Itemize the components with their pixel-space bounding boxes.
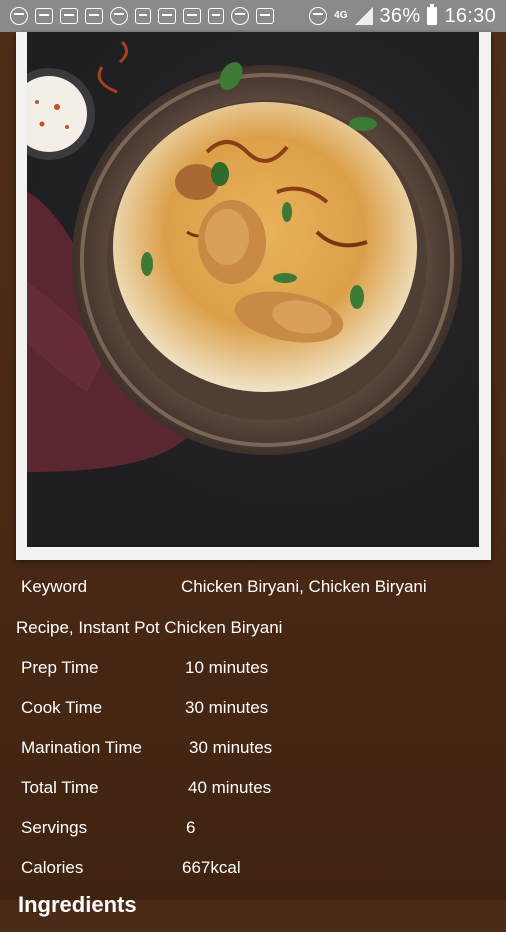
prep-time-row: Prep Time 10 minutes (21, 658, 501, 682)
chat-icon (110, 7, 128, 25)
news-icon-2 (60, 8, 78, 24)
total-time-row: Total Time 40 minutes (21, 778, 501, 802)
keyword-row: Keyword Chicken Biryani, Chicken Biryani (21, 577, 501, 601)
calories-label: Calories (21, 858, 84, 877)
calories-row: Calories 667kcal (21, 858, 501, 882)
marination-time-row: Marination Time 30 minutes (21, 738, 501, 762)
clipboard-icon (208, 8, 224, 24)
total-time-value: 40 minutes (188, 778, 272, 797)
cook-time-label: Cook Time (21, 698, 103, 717)
chicken-biryani-image (27, 40, 462, 472)
signal-icon (354, 7, 373, 25)
keyword-value-continued: Recipe, Instant Pot Chicken Biryani (16, 618, 283, 637)
gallery-icon (256, 8, 274, 24)
battery-icon (427, 4, 438, 25)
recipe-details: Keyword Chicken Biryani, Chicken Biryani… (0, 560, 506, 932)
clock: 16:30 (444, 4, 496, 27)
marination-time-value: 30 minutes (189, 738, 273, 757)
total-time-label: Total Time (21, 778, 99, 797)
keyword-value: Chicken Biryani, Chicken Biryani (181, 577, 427, 596)
messenger-icon (10, 7, 28, 25)
calories-value: 667kcal (182, 858, 241, 877)
battery-percent: 36% (379, 4, 421, 27)
cook-time-value: 30 minutes (185, 698, 269, 717)
marination-time-label: Marination Time (21, 738, 142, 757)
servings-value: 6 (186, 818, 196, 837)
paytm-icon (158, 8, 176, 24)
system-icons: 4G 36% 16:30 (309, 4, 496, 28)
notification-icons (10, 7, 274, 25)
recipe-page[interactable]: Keyword Chicken Biryani, Chicken Biryani… (0, 32, 506, 900)
status-bar: 4G 36% 16:30 (0, 0, 506, 32)
prep-time-label: Prep Time (21, 658, 99, 677)
alarm-icon (309, 7, 328, 25)
news-icon (35, 8, 53, 24)
cook-time-row: Cook Time 30 minutes (21, 698, 501, 722)
ingredients-heading: Ingredients (18, 892, 137, 917)
prep-time-value: 10 minutes (185, 658, 269, 677)
recipe-photo (27, 32, 479, 547)
network-type: 4G (334, 10, 348, 21)
keyword-label: Keyword (21, 577, 88, 596)
servings-label: Servings (21, 818, 88, 837)
servings-row: Servings 6 (21, 818, 501, 842)
news-icon-3 (85, 8, 103, 24)
image-icon (135, 8, 151, 24)
mail-icon (183, 8, 201, 24)
shield-icon (231, 7, 249, 25)
recipe-photo-frame (16, 32, 491, 560)
